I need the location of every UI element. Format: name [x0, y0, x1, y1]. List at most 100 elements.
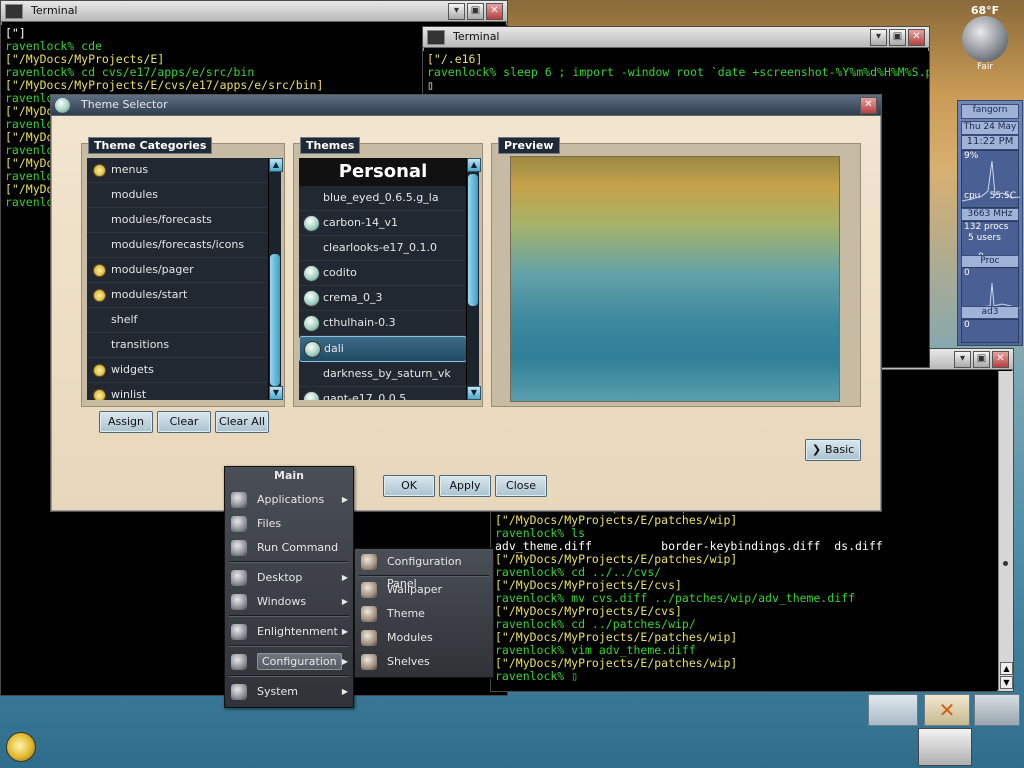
submenu-item[interactable]: Wallpaper	[355, 579, 493, 601]
category-item[interactable]: modules	[87, 183, 270, 208]
theme-item[interactable]: crema_0_3	[299, 286, 467, 311]
theme-item[interactable]: gant-e17_0.0.5	[299, 387, 467, 400]
scroll-down-arrow[interactable]: ▼	[1000, 676, 1013, 689]
wallpaper-icon	[361, 582, 377, 598]
assign-button[interactable]: Assign	[99, 411, 153, 433]
theme-item[interactable]: cthulhain-0.3	[299, 311, 467, 336]
scroll-up-arrow[interactable]: ▲	[1000, 662, 1013, 675]
theme-item[interactable]: darkness_by_saturn_vk	[299, 362, 467, 387]
menu-item[interactable]: Desktop ▶	[225, 567, 353, 589]
theme-item[interactable]: blue_eyed_0.6.5.g_la	[299, 186, 467, 211]
scroll-thumb[interactable]	[468, 174, 478, 306]
close-button[interactable]: ✕	[486, 3, 503, 20]
theme-selector-icon	[55, 98, 70, 113]
close-button[interactable]: ✕	[992, 351, 1009, 368]
moon-icon	[962, 16, 1008, 62]
shelf-icon-1[interactable]	[868, 694, 918, 726]
submenu-item[interactable]: Theme	[355, 603, 493, 625]
scroll-thumb[interactable]	[270, 254, 280, 386]
menu-item[interactable]: Run Command	[225, 537, 353, 559]
category-item[interactable]: transitions	[87, 333, 270, 358]
shelf-icon-4[interactable]	[918, 728, 972, 766]
theme-item[interactable]: codito	[299, 261, 467, 286]
clear-button[interactable]: Clear	[157, 411, 211, 433]
ok-button[interactable]: OK	[383, 475, 435, 497]
submenu-item-label: Theme	[387, 607, 425, 620]
category-label: menus	[111, 163, 149, 176]
submenu-item[interactable]: Modules	[355, 627, 493, 649]
scroll-up-arrow[interactable]: ▲	[269, 158, 283, 172]
minimize-button[interactable]: ▾	[954, 351, 971, 368]
submenu-item[interactable]: Shelves	[355, 651, 493, 673]
applications-icon	[231, 492, 247, 508]
categories-scrollbar[interactable]: ▲ ▼	[268, 158, 283, 400]
maximize-button[interactable]: ▣	[889, 29, 906, 46]
menu-item[interactable]: Applications ▶	[225, 489, 353, 511]
themes-list[interactable]: Personal blue_eyed_0.6.5.g_la carbon-14_v…	[299, 158, 467, 400]
terminal-3-output[interactable]: ravenlock% cd ../patches/wip/["/MyDocs/M…	[491, 499, 997, 691]
shelf-icon-2[interactable]: ✕	[924, 694, 970, 726]
theme-item[interactable]: dali	[299, 336, 467, 362]
theme-label: blue_eyed_0.6.5.g_la	[323, 191, 439, 204]
enlightenment-start-icon[interactable]	[6, 732, 36, 762]
category-item[interactable]: widgets	[87, 358, 270, 383]
category-item[interactable]: modules/forecasts	[87, 208, 270, 233]
close-button[interactable]: ✕	[908, 29, 925, 46]
scroll-up-arrow[interactable]: ▲	[467, 158, 481, 172]
basic-button[interactable]: ❯ Basic	[805, 439, 861, 461]
weather-gadget: 68°F Fair	[952, 4, 1018, 74]
maximize-button[interactable]: ▣	[973, 351, 990, 368]
themes-panel: Themes Personal blue_eyed_0.6.5.g_la carb…	[293, 137, 483, 407]
procs: 132 procs	[964, 222, 1009, 232]
category-item[interactable]: winlist	[87, 383, 270, 400]
theme-categories-list[interactable]: menus modules modules/forecasts modules/for…	[87, 158, 270, 400]
submenu-arrow-icon: ▶	[341, 627, 348, 636]
submenu-item[interactable]: Configuration Panel	[355, 551, 493, 590]
modules-icon	[361, 630, 377, 646]
cpu-chart: 9% cpu 55.5C	[961, 150, 1020, 208]
menu-item[interactable]: Enlightenment ▶	[225, 621, 353, 643]
submenu-item-label: Wallpaper	[387, 583, 443, 596]
category-item[interactable]: menus	[87, 158, 270, 183]
terminal-1-titlebar[interactable]: Terminal ▾ ▣ ✕	[1, 1, 507, 22]
configuration-icon	[231, 654, 247, 670]
menu-item-label: Files	[257, 517, 282, 530]
themes-label: Themes	[300, 137, 361, 154]
category-item[interactable]: modules/forecasts/icons	[87, 233, 270, 258]
category-item[interactable]: modules/pager	[87, 258, 270, 283]
submenu-arrow-icon: ▶	[341, 687, 348, 696]
theme-item[interactable]: carbon-14_v1	[299, 211, 467, 236]
theme-selector-titlebar[interactable]: Theme Selector ✕	[51, 95, 881, 116]
menu-item[interactable]: System ▶	[225, 681, 353, 703]
theme-label: darkness_by_saturn_vk	[323, 367, 451, 380]
weather-condition: Fair	[976, 62, 994, 72]
category-label: modules/forecasts	[111, 213, 212, 226]
menu-item[interactable]: Configuration ▶	[225, 651, 353, 673]
terminal-line: ▯	[427, 78, 434, 92]
menu-item[interactable]: Files	[225, 513, 353, 535]
maximize-button[interactable]: ▣	[467, 3, 484, 20]
clear-all-button[interactable]: Clear All	[215, 411, 269, 433]
terminal-2-titlebar[interactable]: Terminal ▾ ▣ ✕	[423, 27, 929, 48]
category-item[interactable]: shelf	[87, 308, 270, 333]
scroll-thumb[interactable]	[1003, 561, 1008, 566]
close-dialog-button[interactable]: Close	[495, 475, 547, 497]
close-button[interactable]: ✕	[860, 97, 877, 114]
menu-separator	[229, 675, 349, 677]
minimize-button[interactable]: ▾	[448, 3, 465, 20]
category-item[interactable]: modules/start	[87, 283, 270, 308]
assigned-bullet-icon	[93, 164, 106, 177]
net-zero: 0	[964, 320, 970, 330]
theme-item[interactable]: clearlooks-e17_0.1.0	[299, 236, 467, 261]
scroll-down-arrow[interactable]: ▼	[269, 386, 283, 400]
terminal-3-scrollbar[interactable]: ▼ ▲	[998, 371, 1013, 691]
category-label: modules/pager	[111, 263, 194, 276]
apply-button[interactable]: Apply	[439, 475, 491, 497]
shelf-icon-3[interactable]	[974, 694, 1020, 726]
category-label: transitions	[111, 338, 170, 351]
minimize-button[interactable]: ▾	[870, 29, 887, 46]
theme-categories-label: Theme Categories	[88, 137, 213, 154]
menu-item[interactable]: Windows ▶	[225, 591, 353, 613]
scroll-down-arrow[interactable]: ▼	[467, 386, 481, 400]
themes-scrollbar[interactable]: ▲ ▼	[466, 158, 481, 400]
